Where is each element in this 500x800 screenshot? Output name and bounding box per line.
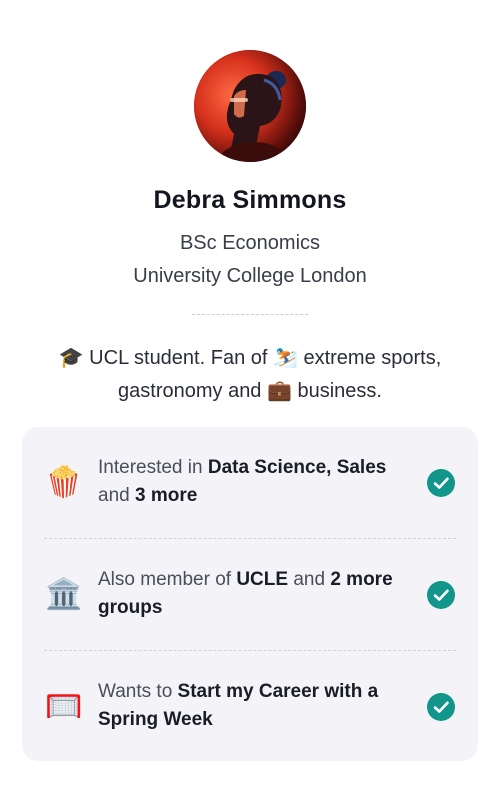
row-bold-2: 3 more	[134, 485, 198, 506]
profile-name: Debra Simmons	[153, 186, 347, 214]
row-prefix: Interested in	[98, 457, 208, 478]
row-middle: and	[98, 485, 135, 506]
classical-building-icon: 🏛️	[45, 578, 83, 611]
bio-divider	[192, 314, 308, 315]
bio-text-3: business.	[291, 380, 382, 402]
highlight-row-goal[interactable]: 🥅 Wants to Start my Career with a Spring…	[22, 651, 478, 763]
highlight-text-groups: Also member of UCLE and 2 more groups	[98, 566, 398, 622]
bio-text-1: UCL student. Fan of	[83, 347, 273, 369]
row-bold-1: Data Science, Sales	[207, 457, 387, 478]
highlight-text-goal: Wants to Start my Career with a Spring W…	[98, 678, 398, 734]
highlight-text-interests: Interested in Data Science, Sales and 3 …	[98, 454, 398, 510]
skier-icon: ⛷️	[272, 347, 298, 369]
profile-bio: 🎓 UCL student. Fan of ⛷️ extreme sports,…	[20, 342, 480, 408]
check-icon	[427, 693, 455, 721]
row-middle: and	[288, 569, 331, 590]
popcorn-icon: 🍿	[45, 466, 83, 499]
profile-degree: BSc Economics	[179, 232, 321, 254]
goal-net-icon: 🥅	[45, 690, 83, 723]
check-icon	[427, 469, 455, 497]
row-bold-1: UCLE	[236, 569, 289, 590]
check-icon	[427, 581, 455, 609]
highlight-row-groups[interactable]: 🏛️ Also member of UCLE and 2 more groups	[22, 539, 478, 651]
row-prefix: Wants to	[98, 681, 178, 702]
avatar-portrait-image	[194, 50, 306, 162]
briefcase-icon: 💼	[267, 380, 292, 402]
graduation-cap-icon: 🎓	[58, 347, 84, 369]
profile-highlights-card: 🍿 Interested in Data Science, Sales and …	[22, 427, 478, 761]
row-prefix: Also member of	[98, 569, 237, 590]
profile-university: University College London	[133, 265, 367, 287]
profile-page: Debra Simmons BSc Economics University C…	[0, 0, 500, 800]
avatar[interactable]	[194, 50, 306, 162]
highlight-row-interests[interactable]: 🍿 Interested in Data Science, Sales and …	[22, 427, 478, 539]
